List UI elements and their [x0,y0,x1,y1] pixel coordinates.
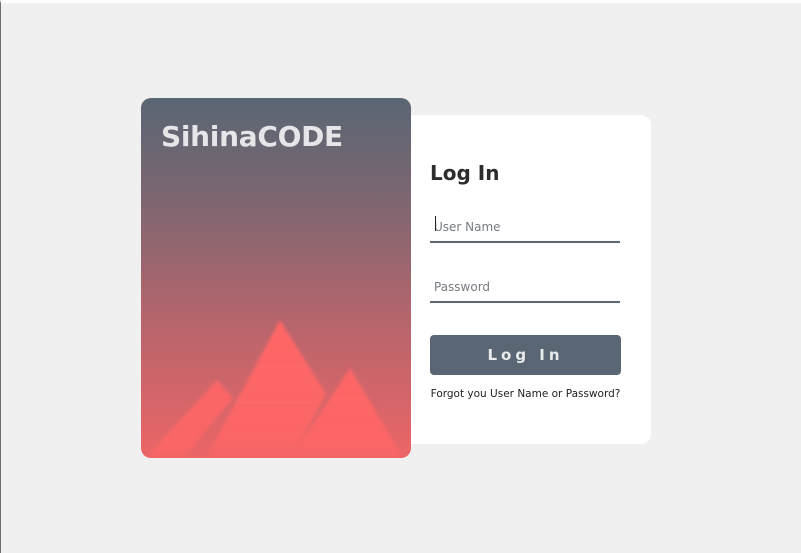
text-cursor [435,216,436,231]
brand-panel: SihinaCODE [141,98,411,458]
forgot-credentials-link[interactable]: Forgot you User Name or Password? [418,388,633,400]
login-button[interactable]: Log In [430,335,621,375]
login-page: Log In Log In Forgot you User Name or Pa… [0,0,801,553]
brand-name: SihinaCODE [161,120,343,153]
login-form-card: Log In Log In Forgot you User Name or Pa… [400,115,651,444]
password-input[interactable] [430,273,620,303]
form-title: Log In [430,161,500,185]
username-input[interactable] [430,213,620,243]
